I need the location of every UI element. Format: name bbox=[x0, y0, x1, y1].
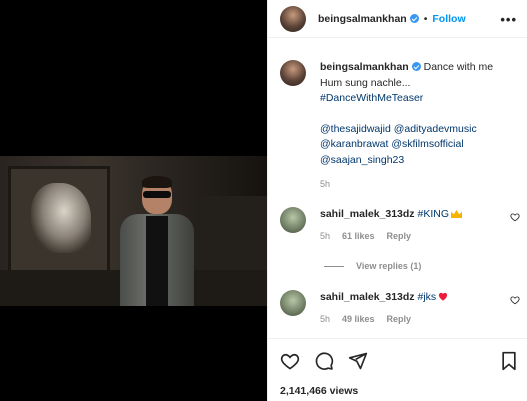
view-replies-label[interactable]: View replies (1) bbox=[356, 261, 421, 271]
caption-line-2: Hum sung nachle... bbox=[320, 76, 411, 89]
caption-text: beingsalmankhan Dance with me Hum sung n… bbox=[320, 60, 493, 193]
comment-likes[interactable]: 61 likes bbox=[342, 231, 375, 241]
action-bar: 2,141,466 views bbox=[268, 338, 527, 401]
instagram-post: beingsalmankhan • Follow ••• beingsalman… bbox=[0, 0, 527, 401]
horse-figure bbox=[31, 183, 91, 253]
caption-line-1: Dance with me bbox=[423, 61, 494, 73]
person-figure bbox=[112, 176, 202, 306]
like-comment-heart-icon[interactable] bbox=[510, 212, 520, 222]
comment-body: sahil_malek_313dz #KING 5h 61 likes Repl… bbox=[320, 207, 462, 241]
comment-text-row: sahil_malek_313dz #KING bbox=[320, 207, 462, 221]
comment-text[interactable]: #KING bbox=[417, 208, 449, 220]
comment-body: sahil_malek_313dz #jks 5h 49 likes Reply bbox=[320, 290, 448, 324]
caption-mentions-2[interactable]: @karanbrawat @skfilmsofficial bbox=[320, 137, 493, 153]
follow-button[interactable]: Follow bbox=[432, 13, 465, 25]
comment-timestamp: 5h bbox=[320, 231, 331, 241]
action-icons bbox=[280, 351, 368, 371]
caption-mentions-3[interactable]: @saajan_singh23 bbox=[320, 153, 493, 169]
comment-text-row: sahil_malek_313dz #jks bbox=[320, 290, 448, 304]
separator-dot: • bbox=[423, 12, 428, 25]
comment-reply-button[interactable]: Reply bbox=[387, 314, 412, 324]
comment-item: sahil_malek_313dz #jks 5h 49 likes Reply bbox=[280, 290, 520, 324]
comment-avatar[interactable] bbox=[280, 207, 306, 233]
comment-reply-button[interactable]: Reply bbox=[387, 231, 412, 241]
comment-item: sahil_malek_313dz #KING 5h 61 likes Repl… bbox=[280, 207, 520, 241]
view-replies-button[interactable]: View replies (1) bbox=[324, 261, 421, 271]
comment-avatar[interactable] bbox=[280, 290, 306, 316]
comment-timestamp: 5h bbox=[320, 314, 331, 324]
caption-avatar[interactable] bbox=[280, 60, 306, 86]
post-header: beingsalmankhan • Follow bbox=[268, 0, 527, 38]
share-send-icon[interactable] bbox=[348, 351, 368, 371]
comment-text[interactable]: #jks bbox=[417, 291, 436, 303]
header-username[interactable]: beingsalmankhan bbox=[318, 13, 407, 25]
bookmark-save-icon[interactable] bbox=[500, 351, 518, 371]
comment-likes[interactable]: 49 likes bbox=[342, 314, 375, 324]
caption-timestamp: 5h bbox=[320, 179, 331, 189]
post-sidebar: beingsalmankhan • Follow ••• beingsalman… bbox=[267, 0, 527, 401]
caption: beingsalmankhan Dance with me Hum sung n… bbox=[280, 60, 520, 193]
comment-username[interactable]: sahil_malek_313dz bbox=[320, 208, 415, 220]
comment-username[interactable]: sahil_malek_313dz bbox=[320, 291, 415, 303]
wall-painting bbox=[8, 166, 110, 276]
view-count: 2,141,466 views bbox=[280, 385, 359, 397]
verified-badge-icon bbox=[411, 62, 421, 71]
view-replies-line bbox=[324, 265, 344, 267]
video-player[interactable] bbox=[0, 156, 267, 306]
like-comment-heart-icon[interactable] bbox=[510, 295, 520, 305]
more-options-icon[interactable]: ••• bbox=[500, 12, 517, 27]
sunglasses bbox=[143, 191, 171, 198]
caption-username[interactable]: beingsalmankhan bbox=[320, 61, 409, 73]
verified-badge-icon bbox=[409, 14, 419, 23]
like-heart-icon[interactable] bbox=[280, 351, 300, 371]
avatar[interactable] bbox=[280, 5, 306, 32]
crown-icon bbox=[451, 210, 462, 218]
comment-meta: 5h 61 likes Reply bbox=[320, 231, 462, 241]
caption-mentions-1[interactable]: @thesajidwajid @adityadevmusic bbox=[320, 122, 493, 138]
caption-hashtag[interactable]: #DanceWithMeTeaser bbox=[320, 91, 493, 107]
heart-icon bbox=[439, 292, 448, 301]
comment-bubble-icon[interactable] bbox=[314, 351, 334, 371]
shirt bbox=[146, 216, 168, 306]
media-panel bbox=[0, 0, 267, 401]
hair bbox=[142, 176, 172, 188]
comment-meta: 5h 49 likes Reply bbox=[320, 314, 448, 324]
